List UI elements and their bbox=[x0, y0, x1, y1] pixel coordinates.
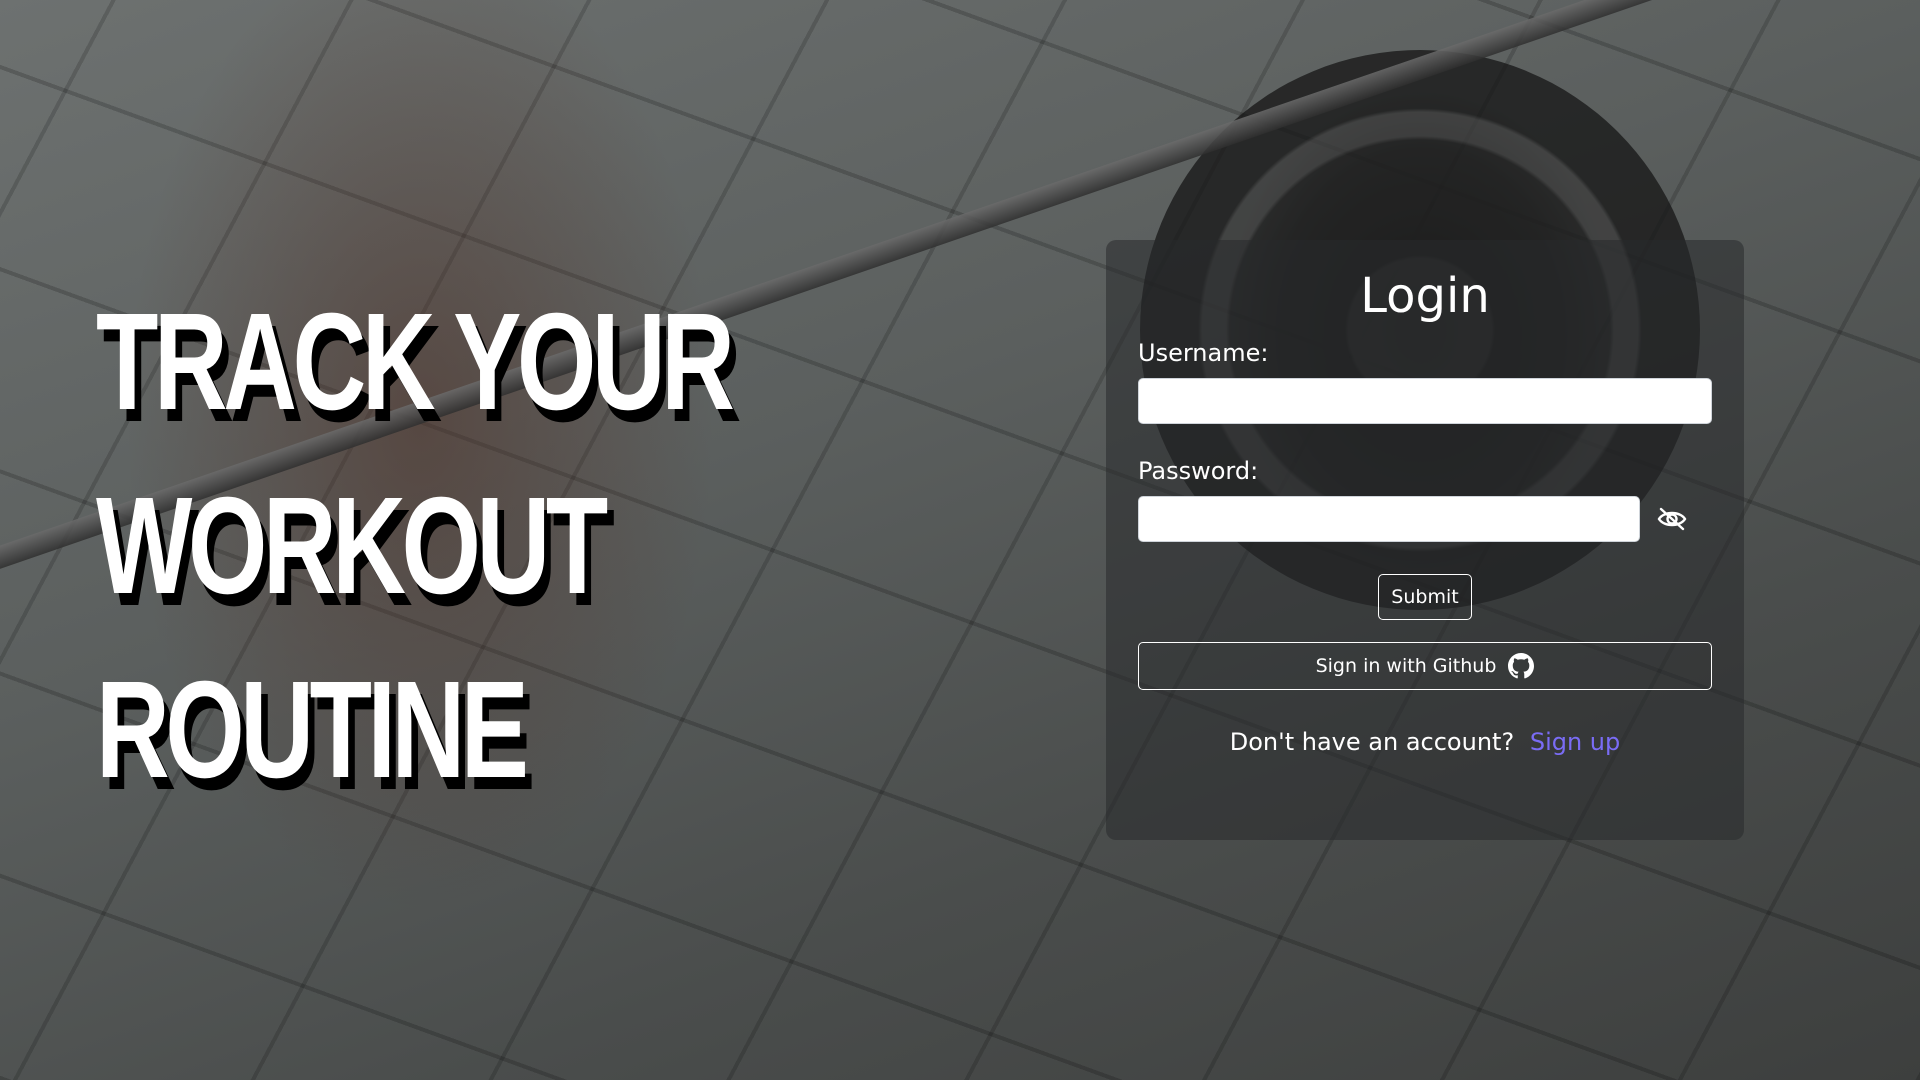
hero-line-3: ROUTINE bbox=[96, 653, 529, 807]
eye-slash-icon[interactable] bbox=[1654, 501, 1690, 537]
login-title: Login bbox=[1360, 268, 1490, 324]
github-signin-label: Sign in with Github bbox=[1315, 655, 1497, 677]
signup-row: Don't have an account? Sign up bbox=[1138, 728, 1712, 756]
submit-row: Submit bbox=[1138, 574, 1712, 620]
login-form: Login Username: Password: Submit Sign in… bbox=[1106, 240, 1744, 840]
password-input[interactable] bbox=[1138, 496, 1640, 542]
signup-link[interactable]: Sign up bbox=[1530, 728, 1620, 756]
github-signin-button[interactable]: Sign in with Github bbox=[1138, 642, 1712, 690]
github-icon bbox=[1508, 653, 1535, 679]
username-label: Username: bbox=[1138, 339, 1269, 367]
hero-line-2: WORKOUT bbox=[96, 469, 608, 623]
username-group: Username: bbox=[1138, 338, 1712, 424]
submit-button[interactable]: Submit bbox=[1378, 574, 1472, 620]
password-row bbox=[1138, 496, 1712, 542]
username-input[interactable] bbox=[1138, 378, 1712, 424]
hero-headline: TRACK YOUR WORKOUT ROUTINE bbox=[96, 270, 735, 822]
password-label: Password: bbox=[1138, 457, 1259, 485]
hero-line-1: TRACK YOUR bbox=[96, 285, 735, 439]
password-group: Password: bbox=[1138, 456, 1712, 542]
signup-prompt: Don't have an account? bbox=[1229, 728, 1515, 756]
